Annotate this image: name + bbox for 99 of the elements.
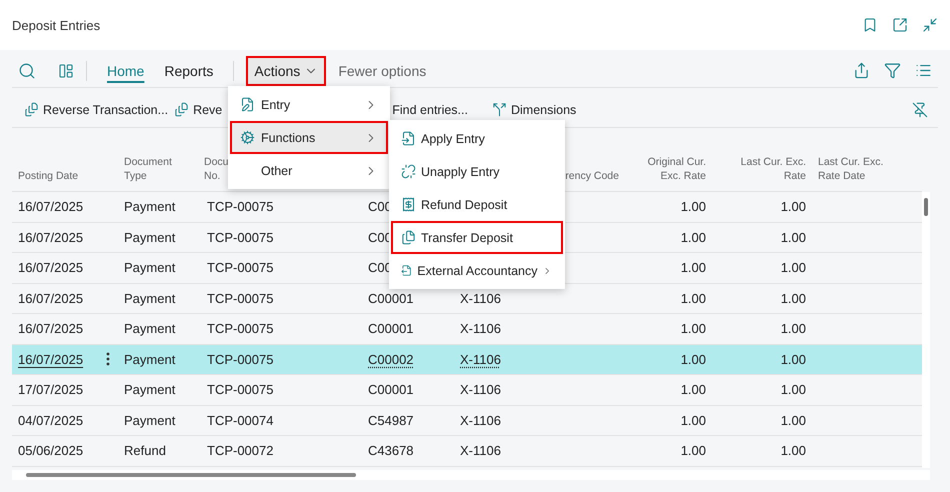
menu-button[interactable]: Actions <box>246 56 326 86</box>
table-cell-text: X-1106 <box>459 443 502 458</box>
bookmark-icon <box>862 17 878 33</box>
selected-row[interactable]: 16/07/2025 Payment TCP-00075 C00002 X-1106 1.00 1.00 <box>12 344 922 375</box>
column-header[interactable]: Last Cur. Exc. Rate <box>712 155 812 183</box>
table-cell-text: X-1106 <box>459 321 502 336</box>
table-cell-text: 1.00 <box>780 230 807 245</box>
table-row[interactable]: 04/07/2025 Payment TCP-00074 C54987 X-1106 1.00 1.00 <box>12 406 922 436</box>
table-cell-text: 1.00 <box>680 443 707 458</box>
menu-item[interactable]: Functions <box>230 121 388 154</box>
table-row[interactable]: 05/06/2025 Refund TCP-00072 C43678 X-1106 1.00 1.00 <box>12 436 922 466</box>
table-cell-text: 16/07/2025 <box>17 260 84 276</box>
list-icon <box>915 62 932 79</box>
table-cell-text: C54987 <box>367 412 415 428</box>
table-cell-text: 05/06/2025 <box>17 443 84 458</box>
unlink-icon <box>401 164 416 179</box>
column-header[interactable]: Original Cur. Exc. Rate <box>619 155 712 183</box>
table-cell-text: 17/07/2025 <box>17 382 84 398</box>
action-button[interactable]: Reve <box>170 102 226 117</box>
horizontal-scrollbar[interactable] <box>12 470 930 480</box>
table-cell-text: 1.00 <box>680 321 707 336</box>
table-cell-text: C00001 <box>367 321 415 336</box>
table-cell-text: X-1106 <box>459 382 502 398</box>
table-cell-text: TCP-00074 <box>206 412 274 428</box>
column-header[interactable]: rency Code <box>565 169 619 183</box>
column-header[interactable]: Posting Date <box>12 169 108 183</box>
table-row[interactable]: 17/07/2025 Payment TCP-00075 C00001 X-1106 1.00 1.00 <box>12 375 922 406</box>
column-header[interactable]: Document Type <box>118 155 201 183</box>
table-cell-text: TCP-00075 <box>206 382 274 398</box>
tab[interactable]: Reports <box>156 56 222 86</box>
table-cell-text: X-1106 <box>459 290 502 306</box>
table-cell-text: Refund <box>123 443 167 458</box>
documents-icon <box>24 102 39 117</box>
edit-document-icon <box>240 97 255 112</box>
window-title: Deposit Entries <box>12 18 100 32</box>
open-external-icon <box>892 17 908 33</box>
table-cell-text: 1.00 <box>780 199 807 214</box>
action-button[interactable]: Dimensions <box>488 102 580 117</box>
table-cell-text: C00001 <box>367 382 415 398</box>
vertical-scrollbar[interactable] <box>922 192 930 468</box>
table-cell-text: 1.00 <box>780 321 807 336</box>
layout-icon <box>58 62 74 78</box>
search-icon <box>18 62 36 80</box>
table-cell-text: 1.00 <box>780 382 807 398</box>
unpin-icon <box>912 102 928 118</box>
table-cell-text: Payment <box>123 260 176 276</box>
table-cell-text: X-1106 <box>459 412 502 428</box>
table-cell-text: 1.00 <box>680 352 707 367</box>
tab[interactable]: Home <box>99 56 152 86</box>
table-cell-text: Payment <box>123 321 176 336</box>
table-cell-text: Payment <box>123 199 176 214</box>
table-cell-text: Payment <box>123 412 176 428</box>
table-cell-text: 16/07/2025 <box>17 199 84 214</box>
table-cell-text: Payment <box>123 352 176 367</box>
collapse-icon <box>922 17 938 33</box>
documents-icon <box>174 102 190 117</box>
table-cell-text: 16/07/2025 <box>17 230 84 245</box>
dimensions-icon <box>492 102 507 117</box>
table-cell-text: 1.00 <box>780 260 807 276</box>
table-cell-text: 1.00 <box>680 382 707 398</box>
receipt-icon <box>401 197 416 212</box>
table-cell-text: 1.00 <box>780 352 807 367</box>
table-cell-text: 16/07/2025 <box>17 352 84 367</box>
action-button[interactable]: Reverse Transaction... <box>20 102 172 117</box>
documents-icon <box>401 230 416 245</box>
share-icon <box>853 62 870 79</box>
table-cell-text: TCP-00075 <box>206 230 274 245</box>
link[interactable]: Fewer options <box>330 56 434 86</box>
menu-item[interactable]: Transfer Deposit <box>391 221 563 254</box>
table-cell-text: 1.00 <box>780 412 807 428</box>
table-cell-text: TCP-00075 <box>206 321 274 336</box>
table-cell-text: C00001 <box>367 290 415 306</box>
table-cell-text: 16/07/2025 <box>17 290 84 306</box>
table-cell-text: 04/07/2025 <box>17 412 84 428</box>
action-button[interactable]: Find entries... <box>388 102 472 116</box>
export-document-icon <box>401 263 412 278</box>
table-cell-text: C43678 <box>367 443 415 458</box>
table-cell-text: Payment <box>123 230 176 245</box>
table-cell-text: X-1106 <box>459 352 502 367</box>
table-cell-text: TCP-00075 <box>206 352 274 367</box>
table-cell-text: 1.00 <box>780 443 807 458</box>
filter-icon <box>884 62 901 79</box>
table-cell-text: 1.00 <box>680 412 707 428</box>
table-cell-text: 1.00 <box>680 260 707 276</box>
table-cell-text: TCP-00075 <box>206 260 274 276</box>
table-cell-text: 1.00 <box>680 290 707 306</box>
table-cell-text: 16/07/2025 <box>17 321 84 336</box>
table-cell-text: Payment <box>123 290 176 306</box>
table-cell-text: TCP-00075 <box>206 290 274 306</box>
apply-document-icon <box>401 131 416 146</box>
table-cell-text: 1.00 <box>780 290 807 306</box>
table-cell-text: Payment <box>123 382 176 398</box>
table-cell-text: C00002 <box>367 352 415 367</box>
column-header[interactable]: Last Cur. Exc. Rate Date <box>812 155 902 183</box>
more-options-icon[interactable] <box>106 352 110 366</box>
table-cell-text: 1.00 <box>680 199 707 214</box>
table-cell-text: TCP-00072 <box>206 443 274 458</box>
table-cell-text: 1.00 <box>680 230 707 245</box>
table-cell-text: TCP-00075 <box>206 199 274 214</box>
